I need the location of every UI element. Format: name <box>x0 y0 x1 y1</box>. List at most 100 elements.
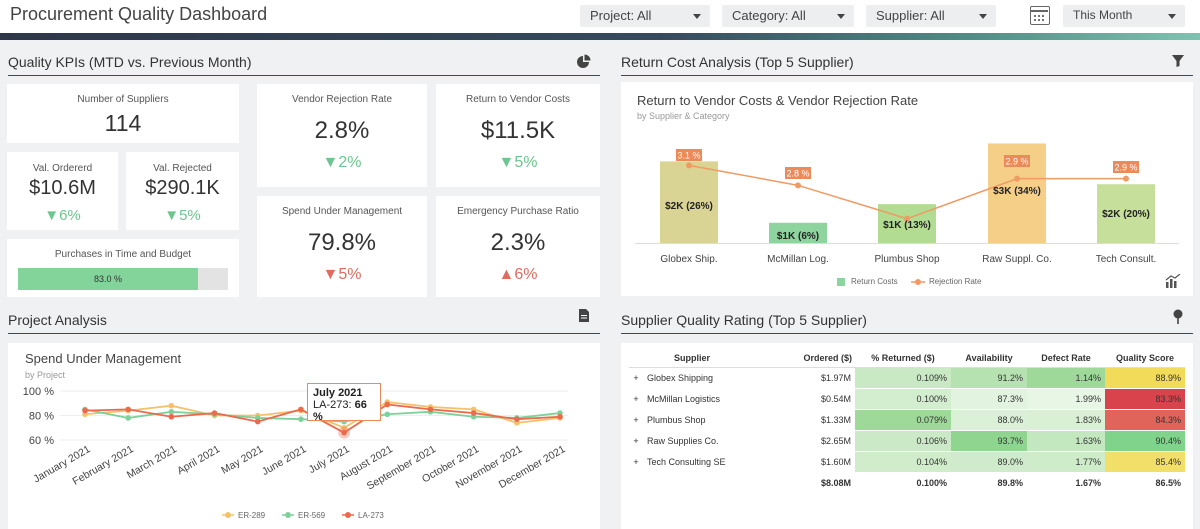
purchases-progress-label: 83.0 % <box>93 274 123 284</box>
rejection-label: 2.8 % <box>786 169 809 179</box>
cell-defect: 1.77% <box>1027 451 1105 473</box>
cell-ordered: $1.60M <box>755 451 855 473</box>
col-availability[interactable]: Availability <box>951 349 1027 368</box>
expand-toggle[interactable]: + <box>629 367 643 389</box>
series-point-LA-273 <box>557 413 563 420</box>
pin-icon[interactable] <box>1172 309 1184 325</box>
y-tick-label: 80 % <box>29 411 54 423</box>
expand-toggle[interactable]: + <box>629 409 643 431</box>
col-ordered[interactable]: Ordered ($) <box>755 349 855 368</box>
cell-availability: 91.2% <box>951 367 1027 389</box>
arrow-down-icon: ▼ <box>44 207 60 224</box>
kpi-label: Spend Under Management <box>281 206 403 217</box>
kpi-card-spend-mgmt: Spend Under Management 79.8% ▼5% <box>257 196 427 297</box>
return-cost-section-header: Return Cost Analysis (Top 5 Supplier) <box>621 50 1193 76</box>
kpi-value: 2.8% <box>314 117 370 144</box>
kpi-section-title: Quality KPIs (MTD vs. Previous Month) <box>8 54 252 70</box>
kpi-label: Purchases in Time and Budget <box>54 249 192 260</box>
period-filter-label: This Month <box>1073 8 1133 22</box>
kpi-card-suppliers: Number of Suppliers 114 <box>7 84 239 143</box>
period-filter[interactable]: This Month <box>1063 5 1185 27</box>
total-returned: 0.100% <box>916 478 947 489</box>
y-tick-label: 100 % <box>23 386 54 398</box>
purchases-progress-track: 83.0 % <box>18 268 228 290</box>
expand-toggle[interactable]: + <box>629 430 643 452</box>
col-score[interactable]: Quality Score <box>1105 349 1185 368</box>
cell-supplier: Raw Supplies Co. <box>643 430 755 452</box>
x-tick-label: April 2021 <box>175 443 222 477</box>
table-row[interactable]: + Raw Supplies Co. $2.65M 0.106% 93.7% 1.63% 9… <box>629 430 1185 452</box>
legend-label-return-costs: Return Costs <box>851 277 898 286</box>
chevron-down-icon <box>837 14 845 19</box>
cell-ordered: $1.33M <box>755 409 855 431</box>
kpi-label: Number of Suppliers <box>77 94 169 105</box>
supplier-quality-section-header: Supplier Quality Rating (Top 5 Supplier) <box>621 308 1193 334</box>
return-cost-section-title: Return Cost Analysis (Top 5 Supplier) <box>621 54 854 70</box>
kpi-value: 114 <box>104 110 142 136</box>
x-tick-label: March 2021 <box>125 443 179 481</box>
analytics-icon[interactable] <box>1165 274 1181 288</box>
project-filter[interactable]: Project: All <box>580 5 710 27</box>
series-point-LA-273 <box>211 410 218 416</box>
return-cost-panel: Return to Vendor Costs & Vendor Rejectio… <box>621 82 1193 296</box>
supplier-filter[interactable]: Supplier: All <box>866 5 996 27</box>
x-tick-label: McMillan Log. <box>767 254 829 265</box>
expand-toggle[interactable]: + <box>629 451 643 473</box>
arrow-down-icon: ▼ <box>164 207 180 224</box>
kpi-delta: ▼5% <box>164 207 201 224</box>
project-panel: Spend Under Management by Project 100 % 8… <box>8 343 600 529</box>
kpi-label: Emergency Purchase Ratio <box>457 206 579 217</box>
calendar-icon[interactable] <box>1030 6 1050 25</box>
series-point-LA-273 <box>298 406 304 413</box>
table-total-row: $8.08M 0.100% 89.8% 1.67% 86.5% <box>629 473 1185 494</box>
cell-returned: 0.104% <box>855 451 951 473</box>
kpi-label: Return to Vendor Costs <box>466 94 570 105</box>
table-row[interactable]: + Globex Shipping $1.97M 0.109% 91.2% 1.14% 88… <box>629 367 1185 389</box>
cell-returned: 0.109% <box>855 367 951 389</box>
kpi-delta: ▼2% <box>322 154 362 171</box>
x-tick-label: Globex Ship. <box>660 254 717 265</box>
kpi-card-rejected: Val. Rejected $290.1K ▼5% <box>126 152 239 230</box>
series-point-ER-289 <box>168 402 175 409</box>
arrow-down-icon: ▼ <box>498 154 515 171</box>
project-section-header: Project Analysis <box>8 308 600 334</box>
x-tick-label: June 2021 <box>260 443 309 478</box>
kpi-card-ordered: Val. Ordererd $10.6M ▼6% <box>7 152 118 230</box>
x-tick-label: Raw Suppl. Co. <box>982 254 1051 265</box>
pie-chart-icon[interactable] <box>576 54 592 70</box>
rejection-label: 2.9 % <box>1005 157 1028 167</box>
x-tick-label: May 2021 <box>219 443 265 477</box>
col-returned[interactable]: % Returned ($) <box>855 349 951 368</box>
kpi-section-header: Quality KPIs (MTD vs. Previous Month) <box>8 50 600 76</box>
header: Procurement Quality Dashboard Project: A… <box>0 0 1200 33</box>
export-document-icon[interactable] <box>578 308 590 323</box>
legend-label: ER-289 <box>238 511 266 520</box>
expand-toggle[interactable]: + <box>629 388 643 410</box>
filter-icon[interactable] <box>1171 54 1185 68</box>
series-point-ER-569 <box>298 416 304 422</box>
legend-label-rejection-rate: Rejection Rate <box>929 277 982 286</box>
series-point-LA-273 <box>82 407 88 414</box>
rejection-label: 2.9 % <box>1114 163 1137 173</box>
table-row[interactable]: + McMillan Logistics $0.54M 0.100% 87.3% 1.99… <box>629 388 1185 410</box>
col-supplier[interactable]: Supplier <box>629 349 755 368</box>
cell-defect: 1.83% <box>1027 409 1105 431</box>
cell-returned: 0.100% <box>855 388 951 410</box>
legend-label: LA-273 <box>358 511 384 520</box>
series-point-LA-273 <box>514 416 520 422</box>
arrow-up-icon: ▲ <box>498 266 515 283</box>
table-header-row: Supplier Ordered ($) % Returned ($) Avai… <box>629 349 1185 368</box>
kpi-card-purchases: Purchases in Time and Budget 83.0 % <box>7 239 239 297</box>
category-filter[interactable]: Category: All <box>722 5 854 27</box>
dashboard-title: Procurement Quality Dashboard <box>10 4 268 24</box>
total-defect: 1.67% <box>1075 478 1101 489</box>
table-body: + Globex Shipping $1.97M 0.109% 91.2% 1.14% 88… <box>629 367 1185 494</box>
cell-availability: 87.3% <box>951 388 1027 410</box>
table-row[interactable]: + Tech Consulting SE $1.60M 0.104% 89.0% 1.77… <box>629 451 1185 473</box>
cell-score: 85.4% <box>1105 451 1185 473</box>
bar-value-label: $2K (26%) <box>665 201 713 212</box>
cell-ordered: $2.65M <box>755 430 855 452</box>
highlight-halo <box>338 426 351 439</box>
table-row[interactable]: + Plumbus Shop $1.33M 0.079% 88.0% 1.83% 84.3% <box>629 409 1185 431</box>
col-defect[interactable]: Defect Rate <box>1027 349 1105 368</box>
